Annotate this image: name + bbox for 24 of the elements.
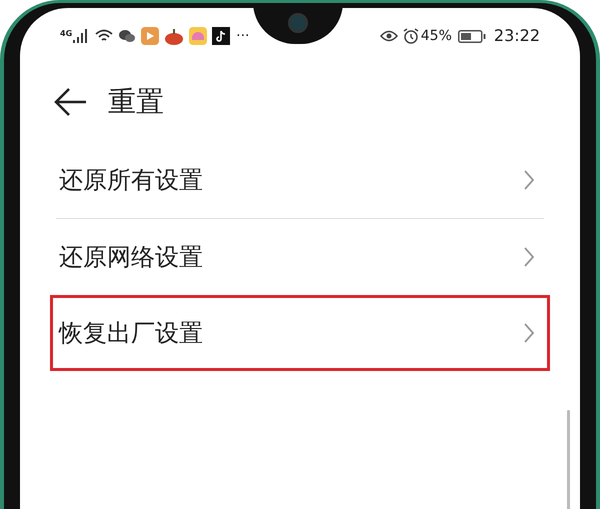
chevron-right-icon [523,322,535,344]
more-notifications: ··· [236,26,250,46]
settings-row[interactable]: 还原网络设置 [50,219,550,295]
row-label: 恢复出厂设置 [59,318,204,349]
page-title: 重置 [108,84,164,120]
battery-icon [458,30,486,42]
tomato-app-icon [164,27,184,45]
eye-icon [380,30,398,42]
chevron-right-icon [523,169,535,191]
music-app-icon [212,27,230,45]
clock: 23:22 [494,25,540,47]
alarm-icon [402,28,419,44]
wifi-icon [95,29,114,43]
network-type: 4G [60,28,72,40]
battery-percent: 45% [420,26,452,46]
chat-app-icon [118,29,136,43]
row-label: 还原所有设置 [59,165,204,196]
signal-icon [73,29,90,43]
camera-icon [288,13,308,33]
chevron-right-icon [523,246,535,268]
row-label: 还原网络设置 [59,242,204,273]
video-app-icon [141,27,160,45]
back-arrow-icon [54,87,88,117]
settings-row[interactable]: 还原所有设置 [50,142,550,218]
